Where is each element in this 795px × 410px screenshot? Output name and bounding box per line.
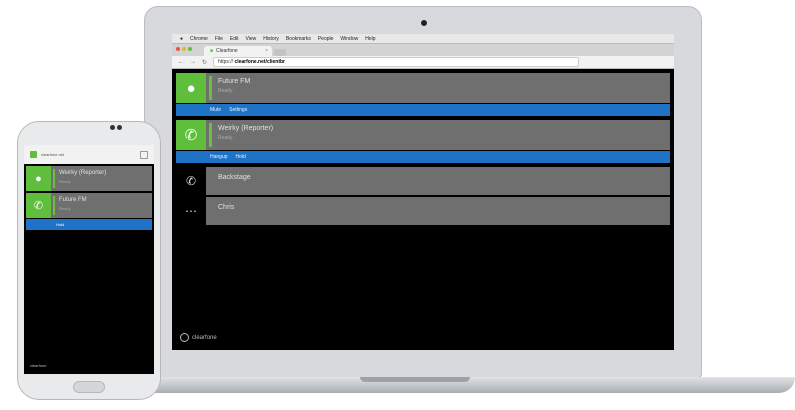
line-title: Chris (218, 204, 235, 211)
menu-history[interactable]: History (263, 36, 279, 42)
address-bar[interactable]: https:// clearfone.net/clientbr (213, 57, 580, 67)
level-meter (209, 123, 212, 147)
channel-actions-2: Hangup Hold (176, 151, 670, 163)
laptop-screen: ● Chrome File Edit View History Bookmark… (172, 34, 674, 350)
apple-icon[interactable]: ● (180, 36, 183, 42)
url-prefix: https:// (218, 59, 234, 65)
menu-bookmarks[interactable]: Bookmarks (286, 36, 311, 42)
menu-file[interactable]: File (215, 36, 223, 42)
channel-actions-1: Mute Settings (176, 104, 670, 116)
channel-title: Weirky (Reporter) (218, 125, 274, 132)
phone-camera-icon (110, 125, 115, 130)
line-row-1[interactable]: ✆ Backstage (176, 167, 670, 195)
menu-view[interactable]: View (246, 36, 257, 42)
line-title: Backstage (218, 174, 251, 181)
back-icon[interactable]: ← (178, 59, 184, 65)
phone-brand: clearfone (30, 363, 47, 368)
level-meter (53, 196, 55, 215)
channel-card: Future FM Ready (51, 193, 152, 218)
channel-card: Weirky (Reporter) Ready (206, 120, 670, 150)
channel-status: Ready (59, 179, 71, 184)
browser-tabbar: ■ Clearfone × (172, 44, 674, 56)
phone-url[interactable]: clearfone.net (41, 152, 64, 157)
brand-logo: clearfone (180, 333, 217, 342)
mute-button[interactable]: Mute (210, 107, 221, 113)
laptop-camera (421, 20, 427, 26)
menu-help[interactable]: Help (365, 36, 375, 42)
channel-status: Ready (218, 135, 233, 141)
line-row-2[interactable]: ⋯ Chris (176, 197, 670, 225)
phone-screen: clearfone.net ● Weirky (Reporter) Ready … (24, 145, 154, 374)
mac-menubar: ● Chrome File Edit View History Bookmark… (172, 34, 674, 44)
more-icon: ⋯ (185, 204, 197, 218)
channel-row-2[interactable]: ✆ Weirky (Reporter) Ready (176, 120, 670, 150)
clearfone-app: ● Future FM Ready Mute Settings ✆ Weirky… (172, 69, 674, 225)
reload-icon[interactable]: ↻ (202, 59, 207, 66)
url-text: clearfone.net/clientbr (234, 59, 286, 65)
microphone-icon: ● (176, 73, 206, 103)
favicon-icon (30, 151, 37, 158)
laptop-notch (360, 377, 470, 382)
line-card: Backstage (206, 167, 670, 195)
favicon-icon: ■ (210, 48, 214, 54)
tab-title: Clearfone (216, 48, 238, 54)
brand-name: clearfone (192, 334, 217, 341)
logo-icon (180, 333, 189, 342)
menu-edit[interactable]: Edit (230, 36, 239, 42)
phone-sensor-icon (117, 125, 122, 130)
tabs-icon[interactable] (140, 150, 148, 159)
channel-status: Ready (59, 206, 71, 211)
line-card: Chris (206, 197, 670, 225)
phone-icon: ✆ (185, 174, 197, 188)
channel-card: Future FM Ready (206, 73, 670, 103)
hold-button[interactable]: Hold (56, 222, 64, 227)
channel-row-1[interactable]: ● Future FM Ready (176, 73, 670, 103)
new-tab-button[interactable] (274, 49, 286, 56)
close-window-icon[interactable] (176, 47, 180, 51)
level-meter (53, 169, 55, 188)
home-button[interactable] (73, 381, 105, 393)
menu-chrome[interactable]: Chrome (190, 36, 208, 42)
menu-window[interactable]: Window (340, 36, 358, 42)
phone-icon: ✆ (26, 193, 51, 218)
browser-toolbar: ← → ↻ https:// clearfone.net/clientbr (172, 56, 674, 69)
phone-channel-row-2[interactable]: ✆ Future FM Ready (26, 193, 152, 218)
channel-title: Future FM (218, 78, 251, 85)
phone-browser-bar: clearfone.net (24, 145, 154, 164)
window-controls (176, 47, 192, 51)
browser-tab[interactable]: ■ Clearfone × (204, 46, 272, 56)
maximize-window-icon[interactable] (188, 47, 192, 51)
channel-card: Weirky (Reporter) Ready (51, 166, 152, 191)
close-tab-icon[interactable]: × (265, 48, 268, 54)
hold-button[interactable]: Hold (236, 154, 246, 160)
phone-channel-row-1[interactable]: ● Weirky (Reporter) Ready (26, 166, 152, 191)
phone-action-bar: Hold (26, 219, 152, 230)
menu-people[interactable]: People (318, 36, 334, 42)
hangup-button[interactable]: Hangup (210, 154, 228, 160)
phone-icon: ✆ (176, 120, 206, 150)
settings-button[interactable]: Settings (229, 107, 247, 113)
level-meter (209, 76, 212, 100)
channel-title: Future FM (59, 197, 87, 203)
forward-icon[interactable]: → (190, 59, 196, 65)
channel-title: Weirky (Reporter) (59, 170, 107, 176)
microphone-icon: ● (26, 166, 51, 191)
channel-status: Ready (218, 88, 233, 94)
minimize-window-icon[interactable] (182, 47, 186, 51)
